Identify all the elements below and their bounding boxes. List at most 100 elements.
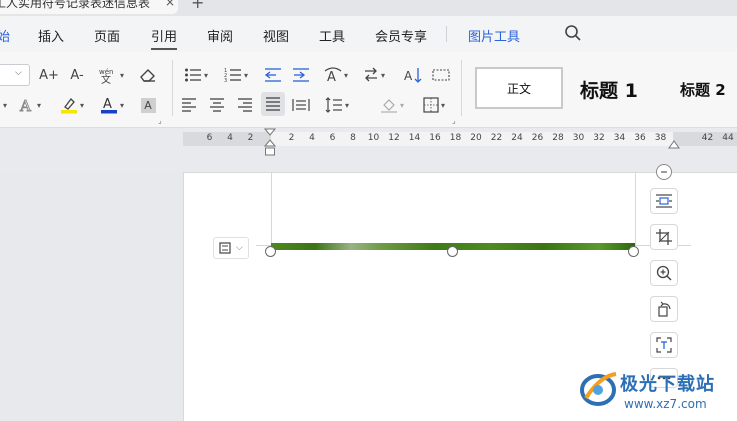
zoom-in-icon — [656, 265, 672, 281]
shrink-font-button[interactable]: A- — [66, 64, 88, 86]
line-spacing-icon — [325, 97, 342, 113]
eraser-icon — [140, 69, 155, 82]
watermark-url: www.xz7.com — [624, 397, 707, 411]
bullet-list-icon — [184, 68, 201, 82]
line-spacing-button[interactable]: ▾ — [320, 94, 354, 116]
ruler-tick-label: 4 — [309, 133, 315, 143]
swap-icon — [364, 67, 377, 82]
shading-button[interactable]: ▾ — [376, 94, 408, 116]
style-normal-label: 正文 — [506, 81, 531, 96]
align-center-icon — [210, 98, 224, 112]
chevron-down-icon: ▾ — [119, 70, 124, 80]
extract-text-icon — [656, 337, 672, 353]
crop-button[interactable] — [650, 224, 678, 250]
document-tab-title: 工人实用符号记录表迷信息表 — [0, 0, 151, 10]
show-marks-button[interactable] — [430, 64, 452, 86]
tab-view[interactable]: 视图 — [263, 26, 289, 45]
decrease-indent-button[interactable] — [262, 64, 284, 86]
ruler-tick-label: 44 — [722, 133, 734, 143]
phonetic-icon: wén 文 — [99, 68, 113, 84]
ruler-tick-label: 4 — [227, 133, 233, 143]
distribute-button[interactable] — [290, 94, 312, 116]
layout-icon — [219, 242, 231, 254]
tab-review[interactable]: 审阅 — [207, 26, 233, 45]
tab-insert[interactable]: 插入 — [38, 26, 64, 45]
zoom-in-button[interactable] — [650, 260, 678, 286]
ruler-tick-label: 18 — [449, 133, 462, 143]
style-heading1[interactable]: 标题 1 — [580, 76, 638, 103]
crop-icon — [656, 229, 672, 245]
phonetic-guide-button[interactable]: wén 文 ▾ — [94, 64, 128, 86]
dialog-launcher-icon[interactable]: ⌟ — [452, 116, 456, 125]
close-icon[interactable]: × — [165, 0, 175, 9]
ruler-tick-label: 6 — [206, 133, 213, 143]
svg-text:A: A — [103, 97, 112, 112]
ruler-tick-label: 32 — [593, 133, 605, 143]
resize-handle[interactable] — [265, 246, 276, 257]
paragraph-marks-icon — [432, 69, 450, 81]
increase-indent-button[interactable] — [290, 64, 312, 86]
font-size-select[interactable]: ⌵ — [0, 64, 30, 86]
style-heading2[interactable]: 标题 2 — [680, 79, 726, 100]
numbering-button[interactable]: 1 2 3 ▾ — [220, 64, 252, 86]
outdent-icon — [264, 68, 281, 82]
chevron-down-icon[interactable]: ▾ — [0, 94, 10, 116]
ruler-tick-label: 22 — [490, 133, 503, 143]
rotate-button[interactable] — [650, 296, 678, 322]
align-center-button[interactable] — [206, 94, 228, 116]
svg-text:3: 3 — [224, 78, 227, 83]
collapse-toolbar-button[interactable] — [656, 164, 672, 180]
indent-marker-icon[interactable] — [264, 128, 276, 156]
bullets-button[interactable]: ▾ — [180, 64, 212, 86]
layout-options-button[interactable]: ⌵ — [213, 237, 249, 259]
ruler-tick-label: 2 — [288, 133, 295, 143]
char-shading-icon: A — [140, 97, 156, 113]
grow-font-label: A+ — [39, 67, 59, 83]
svg-text:A: A — [19, 97, 31, 113]
grow-font-button[interactable]: A+ — [38, 64, 60, 86]
sort-button[interactable]: A — [402, 64, 424, 86]
ruler-tick-label: 10 — [367, 133, 380, 143]
char-shading-button[interactable]: A — [138, 94, 158, 116]
sort-icon: A — [404, 68, 422, 83]
chevron-down-icon: ⌵ — [15, 68, 22, 78]
justify-button[interactable] — [261, 92, 285, 116]
borders-button[interactable]: ▾ — [418, 94, 450, 116]
extract-text-button[interactable] — [650, 332, 678, 358]
tab-member[interactable]: 会员专享 — [375, 26, 427, 45]
chinese-layout-button[interactable]: A ▾ — [320, 64, 352, 86]
resize-handle[interactable] — [628, 246, 639, 257]
menu-bar: 始 插入 页面 引用 审阅 视图 工具 会员专享 图片工具 — [0, 16, 737, 52]
align-right-button[interactable] — [234, 94, 256, 116]
text-effect-button[interactable]: A ▾ — [16, 94, 44, 116]
ruler-tick-label: 2 — [247, 133, 254, 143]
minus-icon — [661, 171, 667, 173]
margin-guide — [635, 173, 636, 251]
search-icon[interactable] — [564, 24, 582, 42]
tab-picture-tools[interactable]: 图片工具 — [468, 26, 520, 45]
justify-icon — [266, 97, 280, 111]
new-tab-icon[interactable]: + — [191, 0, 204, 12]
tab-references[interactable]: 引用 — [151, 26, 178, 50]
resize-handle[interactable] — [447, 246, 458, 257]
right-indent-marker-icon[interactable] — [668, 140, 680, 150]
text-wrap-button[interactable]: ▾ — [360, 64, 388, 86]
ruler-tick-label: 36 — [634, 133, 646, 143]
text-direction-icon: A — [324, 67, 342, 83]
ruler-tick-label: 26 — [531, 133, 544, 143]
clear-format-button[interactable] — [136, 64, 160, 86]
watermark-logo-icon — [580, 372, 617, 406]
tab-start[interactable]: 始 — [0, 26, 10, 45]
tab-page[interactable]: 页面 — [94, 26, 120, 45]
highlight-button[interactable]: ▾ — [56, 94, 88, 116]
font-color-button[interactable]: A ▾ — [96, 94, 128, 116]
watermark-title: 极光下载站 — [620, 374, 715, 395]
style-normal[interactable]: 正文 — [475, 67, 563, 109]
highlighter-icon — [60, 98, 77, 114]
numbered-list-icon: 1 2 3 — [224, 68, 241, 83]
tab-tools[interactable]: 工具 — [319, 26, 345, 45]
wrap-text-button[interactable] — [650, 188, 678, 214]
dialog-launcher-icon[interactable]: ⌟ — [158, 116, 162, 125]
align-left-button[interactable] — [178, 94, 200, 116]
document-tab[interactable]: 工人实用符号记录表迷信息表 × — [0, 0, 178, 14]
